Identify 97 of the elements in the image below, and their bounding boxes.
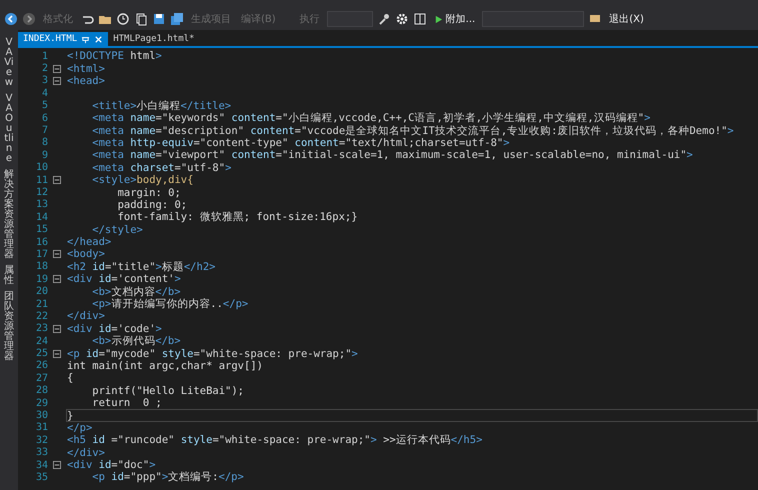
code-line: <h5 id ="runcode" style="white-space: pre-wrap;"> >>运行本代码</h5> xyxy=(67,434,482,446)
line-number: 13 xyxy=(34,199,48,210)
code-line: int main(int argc,char* argv[]) xyxy=(67,360,263,372)
forward-icon[interactable] xyxy=(22,12,36,26)
code-line: </head> xyxy=(67,236,112,248)
line-number: 6 xyxy=(40,112,48,124)
pin-icon[interactable] xyxy=(81,34,90,44)
line-number: 10 xyxy=(34,162,48,174)
code-line: <div id='content'> xyxy=(67,273,181,286)
code-line: </style> xyxy=(91,224,143,236)
code-line: </div> xyxy=(67,446,105,459)
save-all-icon[interactable] xyxy=(170,12,184,26)
back-icon[interactable] xyxy=(4,12,18,26)
code-line: <meta charset="utf-8"> xyxy=(91,162,232,174)
code-line: return 0 ; xyxy=(91,397,162,410)
line-number: 8 xyxy=(40,137,48,148)
side-panel-tab[interactable]: 解决方案资源管理器 xyxy=(4,170,14,260)
line-number: 28 xyxy=(34,385,48,396)
line-number: 7 xyxy=(40,125,48,136)
collapse-icon[interactable] xyxy=(53,64,61,73)
line-number: 4 xyxy=(40,88,48,99)
line-number: 24 xyxy=(34,336,48,347)
line-number: 21 xyxy=(34,298,48,310)
code-line: <b>示例代码</b> xyxy=(91,335,181,348)
exit-button[interactable]: 退出(X) xyxy=(606,12,647,26)
line-number: 12 xyxy=(34,186,48,198)
side-panel-tab[interactable]: VA Outline xyxy=(4,94,14,164)
attach-button[interactable]: 附加... xyxy=(430,12,478,26)
line-number: 26 xyxy=(34,360,48,372)
line-number: 14 xyxy=(34,212,48,223)
code-line: <p id="ppp">文档编号:</p> xyxy=(91,471,244,484)
clock-icon[interactable] xyxy=(116,12,130,26)
code-line: <meta name="description" content="vccode是全球知名中文IT技术交流平台,专业收购:废旧软件，垃圾代码，各种Demo!"> xyxy=(91,124,734,137)
line-number: 29 xyxy=(34,398,48,409)
code-line: <div id="doc"> xyxy=(67,459,156,472)
code-line: <head> xyxy=(67,74,105,87)
line-number: 32 xyxy=(34,434,48,446)
editor-tab[interactable]: HTMLPage1.html* xyxy=(108,32,200,46)
line-number: 15 xyxy=(34,224,48,236)
code-line: { xyxy=(67,372,74,384)
code-line: printf("Hello LiteBai"); xyxy=(91,384,244,397)
code-line: <meta name="keywords" content="小白编程,vccode,C++,C语言,初学者,小学生编程,中文编程,汉码编程"> xyxy=(91,112,650,124)
line-number: 30 xyxy=(34,410,48,422)
code-line: <h2 id="title">标题</h2> xyxy=(67,260,216,273)
side-panel-tab[interactable]: 团队资源管理器 xyxy=(4,292,14,362)
copy-icon[interactable] xyxy=(134,12,148,26)
side-panel-tab[interactable]: VA View xyxy=(4,38,14,88)
code-line: <html> xyxy=(67,62,105,75)
line-number: 23 xyxy=(34,323,48,334)
panel-icon[interactable] xyxy=(412,12,427,26)
line-number: 9 xyxy=(40,150,48,161)
code-line: margin: 0; xyxy=(116,186,181,198)
side-panel-tab[interactable]: 属性 xyxy=(4,266,14,286)
collapse-icon[interactable] xyxy=(53,324,61,333)
line-number: 16 xyxy=(34,236,48,248)
code-line: <title>小白编程</title> xyxy=(91,100,232,112)
code-line: </div> xyxy=(67,310,105,322)
line-number: 25 xyxy=(34,348,48,360)
line-number: 33 xyxy=(34,447,48,458)
code-line: <style>body,div{ xyxy=(91,174,194,186)
line-number: 22 xyxy=(34,310,48,322)
code-line: <body> xyxy=(67,248,105,260)
line-number: 11 xyxy=(34,174,48,186)
line-number: 17 xyxy=(34,248,48,260)
code-line: <!DOCTYPE html> xyxy=(67,50,162,62)
editor-tab[interactable]: INDEX.HTML xyxy=(18,32,108,46)
line-number: 35 xyxy=(34,472,48,483)
line-number: 3 xyxy=(40,75,48,86)
settings-icon[interactable] xyxy=(394,12,409,26)
line-number: 31 xyxy=(34,422,48,434)
line-number: 2 xyxy=(40,63,48,74)
line-number: 5 xyxy=(40,100,48,112)
code-line: } xyxy=(67,410,74,422)
collapse-icon[interactable] xyxy=(53,461,61,470)
code-line: padding: 0; xyxy=(116,198,188,211)
code-line: font-family: 微软雅黑; font-size:16px;} xyxy=(116,211,358,224)
save-icon[interactable] xyxy=(152,12,166,26)
line-number: 20 xyxy=(34,286,48,298)
line-number: 1 xyxy=(40,50,48,62)
line-number: 27 xyxy=(34,372,48,384)
collapse-icon[interactable] xyxy=(53,176,61,184)
collapse-icon[interactable] xyxy=(53,275,61,284)
code-line: <p>请开始编写你的内容..</p> xyxy=(91,298,248,310)
code-line: </p> xyxy=(67,422,92,434)
line-number: 19 xyxy=(34,274,48,285)
collapse-icon[interactable] xyxy=(53,350,61,358)
collapse-icon[interactable] xyxy=(53,250,61,258)
close-icon[interactable] xyxy=(94,34,104,44)
line-number: 34 xyxy=(34,460,48,471)
code-line: <div id='code'> xyxy=(67,322,162,335)
play-icon xyxy=(434,14,443,24)
code-line: <meta http-equiv="content-type" content="text/html;charset=utf-8"> xyxy=(91,136,510,149)
line-number: 18 xyxy=(34,261,48,272)
code-line: <p id="mycode" style="white-space: pre-wrap;"> xyxy=(67,348,358,360)
code-line: <b>文档内容</b> xyxy=(91,286,181,298)
collapse-icon[interactable] xyxy=(53,76,61,85)
code-line: <meta name="viewport" content="initial-scale=1, maximum-scale=1, user-scalable=no, minimal-ui"> xyxy=(91,149,693,162)
